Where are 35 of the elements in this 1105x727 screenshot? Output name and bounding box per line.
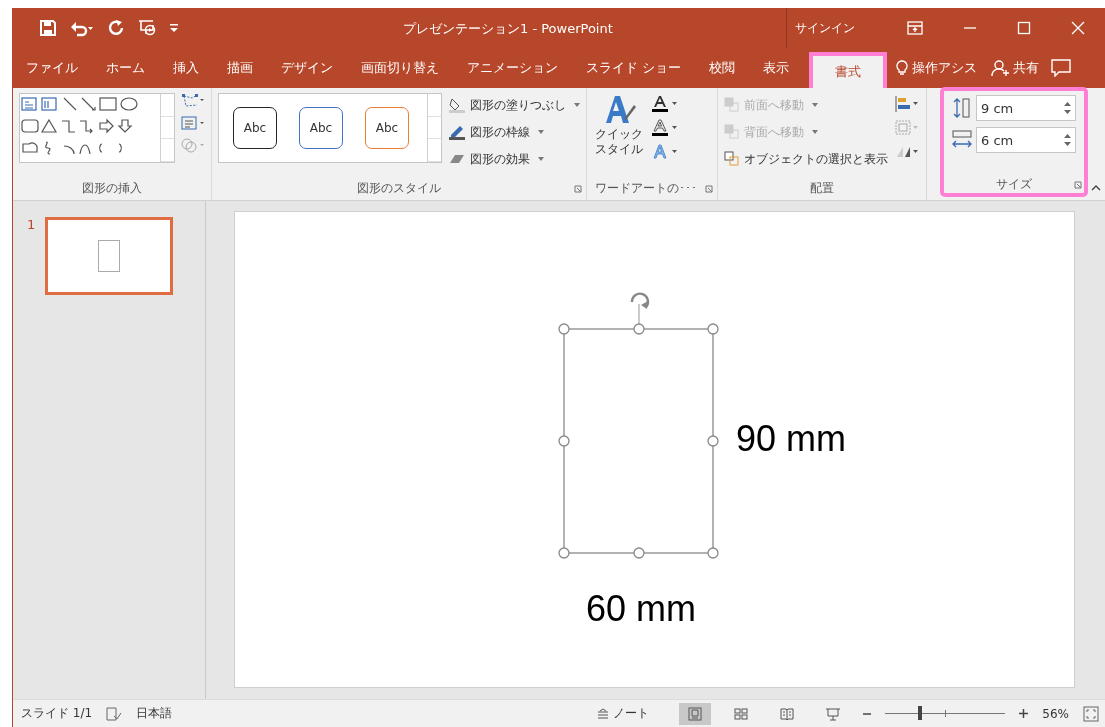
group-label: 図形の挿入 [81, 180, 143, 197]
ribbon-tab[interactable]: スライド ショー [575, 48, 692, 88]
dimension-label: 90 mm [736, 418, 847, 460]
notes-button[interactable]: ノート [591, 704, 656, 723]
group-label: サイズ [994, 176, 1033, 193]
width-field[interactable]: 6 cm [976, 127, 1076, 153]
format-command[interactable]: 図形の枠線 [448, 121, 580, 143]
style-preset[interactable]: Abc [299, 107, 343, 149]
language-label[interactable]: 日本語 [136, 705, 173, 722]
share-button[interactable]: 共有 [989, 59, 1041, 77]
zoom-level[interactable]: 56% [1042, 706, 1069, 721]
format-command[interactable]: 図形の塗りつぶし [448, 94, 580, 116]
ribbon-tab[interactable]: アニメーション [456, 48, 569, 88]
window-title: プレゼンテーション1 - PowerPoint [403, 20, 613, 38]
ribbon-tab[interactable]: ファイル [15, 48, 89, 88]
ribbon-tab[interactable]: 描画 [216, 48, 264, 88]
quick-styles-button[interactable]: クイック スタイル [593, 93, 645, 178]
format-command[interactable]: 図形の効果 [448, 148, 580, 170]
slide-number: 1 [27, 217, 36, 232]
group-label: 図形のスタイル [356, 180, 442, 197]
arrange-command[interactable]: オブジェクトの選択と表示 [724, 148, 888, 170]
group-label: ワードアートの･･･ [594, 180, 698, 197]
style-preset[interactable]: Abc [365, 107, 409, 149]
height-field[interactable]: 9 cm [976, 95, 1076, 121]
ribbon-tab[interactable]: ホーム [95, 48, 156, 88]
ribbon-tab[interactable]: 画面切り替え [350, 48, 450, 88]
ribbon-tab[interactable]: 校閲 [698, 48, 746, 88]
style-preset[interactable]: Abc [233, 107, 277, 149]
slide-count: スライド 1/1 [21, 705, 93, 722]
dimension-label: 60 mm [586, 588, 697, 630]
ribbon-tab[interactable]: 挿入 [162, 48, 210, 88]
ribbon-tab[interactable]: 表示 [752, 48, 800, 88]
ribbon-tab[interactable]: デザイン [270, 48, 344, 88]
group-label: 配置 [809, 180, 835, 197]
tell-me-button[interactable]: 操作アシス [894, 59, 979, 77]
